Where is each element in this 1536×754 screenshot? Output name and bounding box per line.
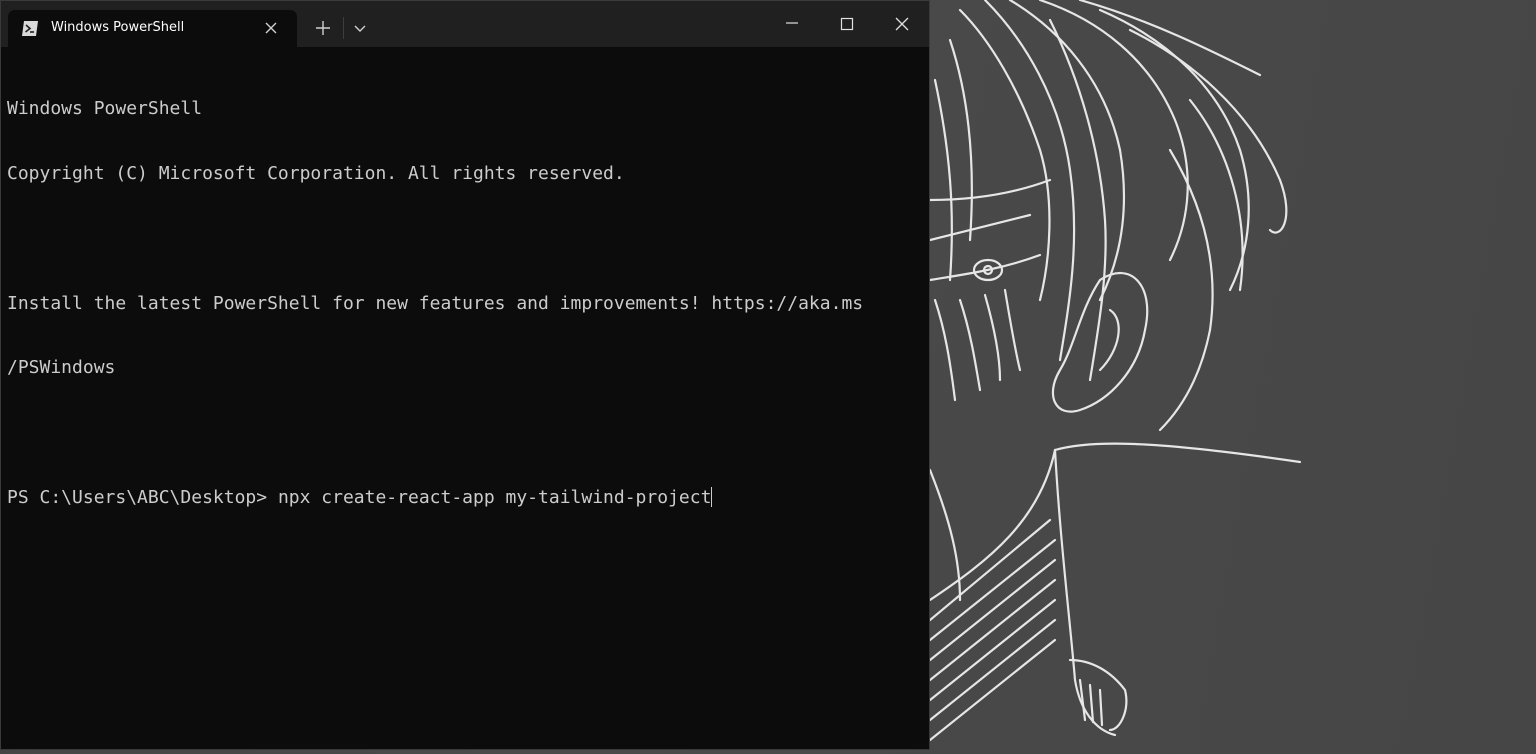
tab-windows-powershell[interactable]: Windows PowerShell	[8, 10, 297, 47]
terminal-line: Windows PowerShell	[7, 98, 203, 120]
command-input-line[interactable]: PS C:\Users\ABC\Desktop> npx create-reac…	[7, 486, 922, 509]
command-text[interactable]: npx create-react-app my-tailwind-project	[278, 487, 711, 508]
tab-separator	[343, 17, 344, 39]
shell-prompt: PS C:\Users\ABC\Desktop>	[7, 486, 278, 508]
terminal-line: Copyright (C) Microsoft Corporation. All…	[7, 162, 625, 184]
terminal-line: /PSWindows	[7, 357, 116, 379]
new-tab-button[interactable]	[311, 16, 335, 40]
tab-title: Windows PowerShell	[51, 20, 185, 35]
minimize-button[interactable]	[766, 1, 820, 47]
chevron-down-icon	[354, 25, 366, 32]
powershell-icon	[21, 20, 39, 37]
tab-dropdown-button[interactable]	[350, 18, 370, 38]
maximize-icon	[840, 17, 854, 31]
close-icon	[895, 17, 909, 31]
maximize-button[interactable]	[821, 1, 875, 47]
powershell-window[interactable]: Windows PowerShell Windows PowerShell Co…	[0, 0, 930, 750]
minimize-icon	[786, 22, 798, 24]
close-window-button[interactable]	[876, 1, 930, 47]
close-tab-icon[interactable]	[261, 18, 281, 38]
wallpaper-sketch-image	[930, 0, 1302, 742]
terminal-line: Install the latest PowerShell for new fe…	[7, 292, 864, 314]
title-bar[interactable]: Windows PowerShell	[1, 1, 929, 47]
plus-icon	[316, 21, 330, 35]
terminal-output[interactable]: Windows PowerShell Copyright (C) Microso…	[7, 55, 922, 745]
text-cursor	[711, 486, 713, 507]
